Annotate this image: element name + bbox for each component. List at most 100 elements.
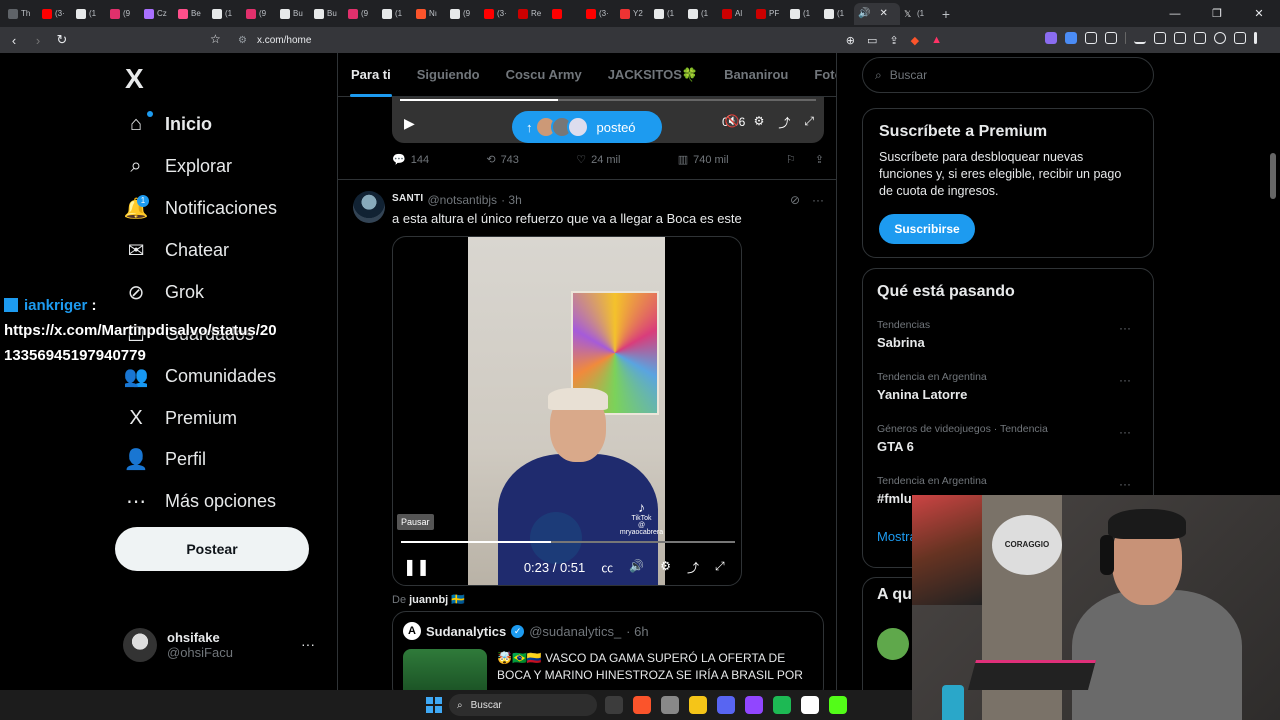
browser-tab[interactable]: Nı [412,3,446,25]
browser-tab[interactable]: (1 [208,3,242,25]
volume-icon[interactable]: 🔊 [629,559,644,576]
trend-item[interactable]: Tendencia en Argentina Yanina Latorre ··· [877,371,1139,423]
attribution-user[interactable]: juannbj 🇸🇪 [409,594,465,606]
post-time[interactable]: · 3h [501,193,522,207]
browser-tab[interactable]: (1 [786,3,820,25]
forward-icon[interactable]: › [28,33,48,48]
nav-item-inicio[interactable]: ⌂ Inicio [125,109,212,139]
new-posts-pill[interactable]: ↑ posteó [512,111,662,143]
settings-icon[interactable]: ⚙ [660,559,671,576]
browser-tab[interactable]: (1 [684,3,718,25]
menu-icon[interactable] [1254,32,1257,44]
repost-button[interactable]: ⟲ 743 [486,153,519,167]
video-progress-bar[interactable] [401,541,735,543]
more-icon[interactable]: ··· [1119,321,1131,335]
video-progress-bar[interactable] [400,99,816,101]
browser-tab[interactable]: Be [174,3,208,25]
nav-item-explorar[interactable]: ⌕ Explorar [125,151,232,181]
extension-icon[interactable] [1105,32,1117,44]
close-tab-icon[interactable]: ✕ [879,8,887,19]
more-icon[interactable]: ··· [1119,425,1131,439]
popout-icon[interactable]: ⤴ [778,114,790,131]
browser-tab[interactable]: (9 [446,3,480,25]
taskbar-app-icon[interactable] [633,696,651,714]
x-logo-icon[interactable]: X [125,63,144,95]
tab-0[interactable]: Para ti [338,53,404,97]
new-tab-button[interactable]: + [934,6,958,22]
page-scrollbar[interactable] [1270,153,1276,199]
browser-tab[interactable]: Th [4,3,38,25]
subscribe-button[interactable]: Suscribirse [879,214,975,244]
brave-shield-icon[interactable]: ◆ [911,34,919,47]
avatar[interactable] [353,191,385,223]
browser-tab[interactable]: Bu [310,3,344,25]
taskbar-app-icon[interactable] [661,696,679,714]
tab-1[interactable]: Siguiendo [404,53,493,97]
extension-icon[interactable] [1045,32,1057,44]
browser-tab[interactable]: (1 [820,3,854,25]
grok-icon[interactable]: ⊘ [790,193,800,207]
bookmark-page-icon[interactable]: ☆ [210,32,221,46]
bookmark-button[interactable]: ⚐ ⇪ [786,153,824,166]
download-icon[interactable] [1134,32,1146,44]
mute-icon[interactable]: 🔇 [725,114,740,131]
browser-tab[interactable]: Cz [140,3,174,25]
more-icon[interactable]: ··· [1119,477,1131,491]
browser-tab-active[interactable]: 🔊 ✕ [854,2,900,25]
windows-start-icon[interactable] [426,697,442,713]
settings-icon[interactable]: ⚙ [754,114,765,131]
play-icon[interactable]: ▶ [404,115,415,132]
avatar[interactable] [877,628,909,660]
author-handle[interactable]: @notsantibjs [428,193,498,207]
taskbar-app-icon[interactable] [801,696,819,714]
more-icon[interactable]: ··· [812,193,824,207]
tab-5[interactable]: Fotos c [801,53,836,97]
taskbar-search[interactable]: ⌕ Buscar [449,694,597,716]
minimize-icon[interactable]: — [1154,8,1196,20]
browser-tab[interactable]: (9 [242,3,276,25]
browser-tab[interactable]: Al [718,3,752,25]
zoom-icon[interactable]: ⊕ [846,34,855,47]
taskbar-app-icon[interactable] [773,696,791,714]
more-icon[interactable]: ··· [301,636,315,652]
taskbar-app-icon[interactable] [605,696,623,714]
browser-tab[interactable]: (3· [38,3,72,25]
captions-icon[interactable]: ㏄ [601,559,613,576]
search-input[interactable]: ⌕ Buscar [862,57,1154,93]
extension-icon[interactable] [1065,32,1077,44]
back-icon[interactable]: ‹ [4,33,24,48]
browser-tab[interactable]: (9 [344,3,378,25]
browser-tab[interactable]: (9 [106,3,140,25]
taskbar-app-icon[interactable] [717,696,735,714]
leo-icon[interactable] [1214,32,1226,44]
tab-2[interactable]: Coscu Army [493,53,595,97]
browser-tab[interactable]: PF [752,3,786,25]
site-info-icon[interactable]: ⚙ [238,35,247,46]
browser-tab[interactable]: Bu [276,3,310,25]
browser-tab[interactable]: (1 [378,3,412,25]
tab-4[interactable]: Bananirou [711,53,801,97]
tab-3[interactable]: JACKSITOS🍀 [595,53,711,97]
cast-icon[interactable]: ▭ [867,34,877,47]
browser-tab[interactable]: Y2 [616,3,650,25]
taskbar-app-icon[interactable] [689,696,707,714]
nav-item-chatear[interactable]: ✉ Chatear [125,235,229,265]
puzzle-icon[interactable] [1085,32,1097,44]
nav-item-notificaciones[interactable]: 🔔 1 Notificaciones [124,193,277,223]
close-window-icon[interactable]: ✕ [1238,7,1280,20]
account-switcher[interactable]: ohsifake @ohsiFacu ··· [123,628,323,662]
nav-item-perfil[interactable]: 👤 Perfil [124,444,206,474]
author-name[interactable]: SANTI [392,193,424,207]
browser-tab[interactable]: Re [514,3,548,25]
taskbar-app-icon[interactable] [745,696,763,714]
share-icon[interactable]: ⇪ [815,153,824,166]
rewards-icon[interactable]: ▲ [931,34,942,47]
more-icon[interactable]: ··· [1119,373,1131,387]
popout-icon[interactable]: ⤴ [687,559,699,576]
reply-button[interactable]: 💬 144 [392,153,429,167]
browser-tab[interactable]: (3· [480,3,514,25]
wallet-icon[interactable] [1194,32,1206,44]
pause-icon[interactable]: ❚❚ [403,557,430,577]
quoted-post[interactable]: A Sudanalytics ✓ @sudanalytics_ · 6h 🤯🇧🇷… [392,611,824,690]
taskbar-app-icon[interactable] [829,696,847,714]
